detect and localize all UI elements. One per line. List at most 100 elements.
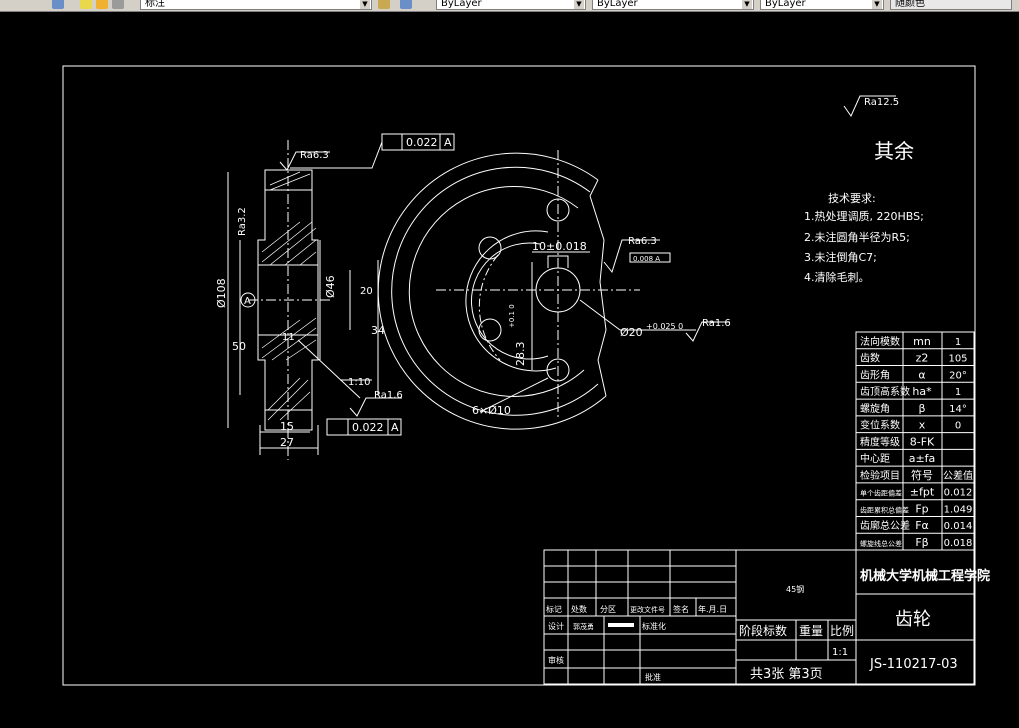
standard-label: 标准化 <box>642 621 666 631</box>
gear-param-value: 105 <box>948 354 967 365</box>
designer-label: 设计 <box>548 621 564 631</box>
gear-param-symbol: a±fa <box>909 452 936 465</box>
dim-27: 27 <box>280 436 294 449</box>
hdr-change: 更改文件号 <box>630 605 665 614</box>
plotstyle-value: 随颜色 <box>895 0 925 9</box>
gear-param-symbol: ha* <box>912 385 932 398</box>
gear-param-symbol: 8-FK <box>910 435 935 448</box>
gear-param-name: 变位系数 <box>860 419 900 432</box>
chevron-down-icon: ▼ <box>360 0 370 9</box>
lineweight-dropdown[interactable]: ByLayer ▼ <box>760 0 884 10</box>
gear-param-name: 法向模数 <box>860 335 900 348</box>
gear-param-value: 1.049 <box>944 504 973 515</box>
dim-20: 20 <box>360 286 373 297</box>
gear-param-name: 齿距累积总偏差 <box>860 505 909 514</box>
tol-top-value: 0.022 <box>406 136 438 149</box>
material-label: 45钢 <box>786 584 804 594</box>
layer-name: 标注 <box>145 0 165 9</box>
gear-param-table: 法向模数 mn 1 齿数 z2 105 齿形角 α 20° 齿顶高系数 ha* 1 螺旋角 β 14° 变位系… <box>856 335 974 549</box>
stage-label: 阶段标数 <box>739 623 787 638</box>
gear-param-value: 0.018 <box>944 538 973 549</box>
gear-param-symbol: x <box>919 419 926 432</box>
color-dropdown[interactable]: ByLayer ▼ <box>436 0 586 10</box>
designer-signature <box>608 623 634 627</box>
dim-d108: Ø108 <box>215 278 228 308</box>
drawing-number: JS-110217-03 <box>869 657 958 672</box>
layer-manager-icon[interactable] <box>52 0 64 9</box>
dim-50: 50 <box>232 340 246 353</box>
review-label: 审核 <box>548 655 564 665</box>
tol-bottom-value: 0.022 <box>352 421 384 434</box>
linetype-dropdown[interactable]: ByLayer ▼ <box>592 0 754 10</box>
hdr-count: 处数 <box>571 604 587 614</box>
plotstyle-dropdown[interactable]: 随颜色 <box>890 0 1012 10</box>
gear-param-name: 单个齿距偏差 <box>860 489 902 498</box>
make-current-layer-icon[interactable] <box>378 0 390 9</box>
ra-bore-label: Ra1.6 <box>702 318 731 329</box>
sheet-info: 共3张 第3页 <box>750 667 823 682</box>
drawing-border <box>62 65 976 686</box>
bore-tol: +0.025 0 <box>646 322 683 331</box>
layer-dropdown[interactable]: 标注 ▼ <box>140 0 372 10</box>
scale-label: 比例 <box>830 624 854 638</box>
gear-param-name: 齿廓总公差 <box>860 519 910 532</box>
gear-param-symbol: β <box>918 402 925 415</box>
gear-param-value: 1 <box>955 387 961 398</box>
hdr-sign: 签名 <box>673 604 689 614</box>
gear-param-value: 14° <box>949 404 967 415</box>
bore-dim: Ø20 <box>620 326 643 339</box>
keyway-depth-dim: 28.3 <box>514 342 527 367</box>
general-roughness-label: Ra12.5 <box>864 97 899 108</box>
weight-label: 重量 <box>799 624 823 638</box>
gear-param-value: 1 <box>955 337 961 348</box>
gear-param-value: 20° <box>949 370 967 381</box>
gear-param-name: 精度等级 <box>860 435 900 448</box>
tech-req-4: 4.清除毛刺。 <box>804 270 870 284</box>
chevron-down-icon: ▼ <box>872 0 882 9</box>
lock-icon[interactable] <box>112 0 124 9</box>
end-view <box>377 150 730 430</box>
hdr-date: 年.月.日 <box>698 604 727 614</box>
gear-param-value: 公差值 <box>943 469 973 482</box>
dim-d46: Ø46 <box>324 275 337 298</box>
dim-taper: 1:10 <box>348 377 370 388</box>
gear-param-symbol: ±fpt <box>910 486 935 499</box>
datum-a-label: A <box>244 296 251 307</box>
hdr-zone: 分区 <box>600 605 616 614</box>
holes-dim: 6×Ø10 <box>472 404 511 417</box>
scale-value: 1:1 <box>832 647 848 658</box>
rest-surfaces-note: 其余 <box>874 139 914 163</box>
dim-34: 34 <box>371 324 385 337</box>
lightbulb-icon[interactable] <box>80 0 92 9</box>
layer-previous-icon[interactable] <box>400 0 412 9</box>
approve-label: 批准 <box>645 672 661 682</box>
ra-left-label: Ra3.2 <box>237 207 248 236</box>
chevron-down-icon: ▼ <box>574 0 584 9</box>
keyway-width-dim: 10±0.018 <box>532 240 587 253</box>
lineweight-value: ByLayer <box>765 0 806 9</box>
gear-param-name: 检验项目 <box>860 469 900 482</box>
hdr-mark: 标记 <box>546 604 562 614</box>
sun-icon[interactable] <box>96 0 108 9</box>
gear-param-symbol: Fα <box>915 519 929 532</box>
gear-param-name: 螺旋线总公差 <box>860 539 902 548</box>
ra-bottom-label: Ra1.6 <box>374 390 403 401</box>
gear-param-value: 0 <box>955 421 961 432</box>
gear-param-symbol: α <box>918 368 925 381</box>
gear-param-name: 齿形角 <box>860 369 890 381</box>
drawing-canvas[interactable]: Ra12.5 其余 技术要求: 1.热处理调质, 220HBS; 2.未注圆角半… <box>0 11 1019 728</box>
gear-param-symbol: mn <box>913 335 931 348</box>
tech-req-title: 技术要求: <box>828 192 876 205</box>
gear-param-name: 齿顶高系数 <box>860 385 910 398</box>
dim-15: 15 <box>280 420 294 433</box>
school-name: 机械大学机械工程学院 <box>860 568 990 584</box>
gear-param-symbol: z2 <box>916 352 929 365</box>
tech-req-3: 3.未注倒角C7; <box>804 250 877 264</box>
linetype-value: ByLayer <box>597 0 638 9</box>
designer-name: 郭茂勇 <box>573 622 594 631</box>
dim-11: 11 <box>282 332 295 343</box>
ra-top-label: Ra6.3 <box>300 150 329 161</box>
keyway-depth-tol: +0.1 0 <box>508 304 516 328</box>
ra-keyway-label: Ra6.3 <box>628 236 657 247</box>
color-value: ByLayer <box>441 0 482 9</box>
